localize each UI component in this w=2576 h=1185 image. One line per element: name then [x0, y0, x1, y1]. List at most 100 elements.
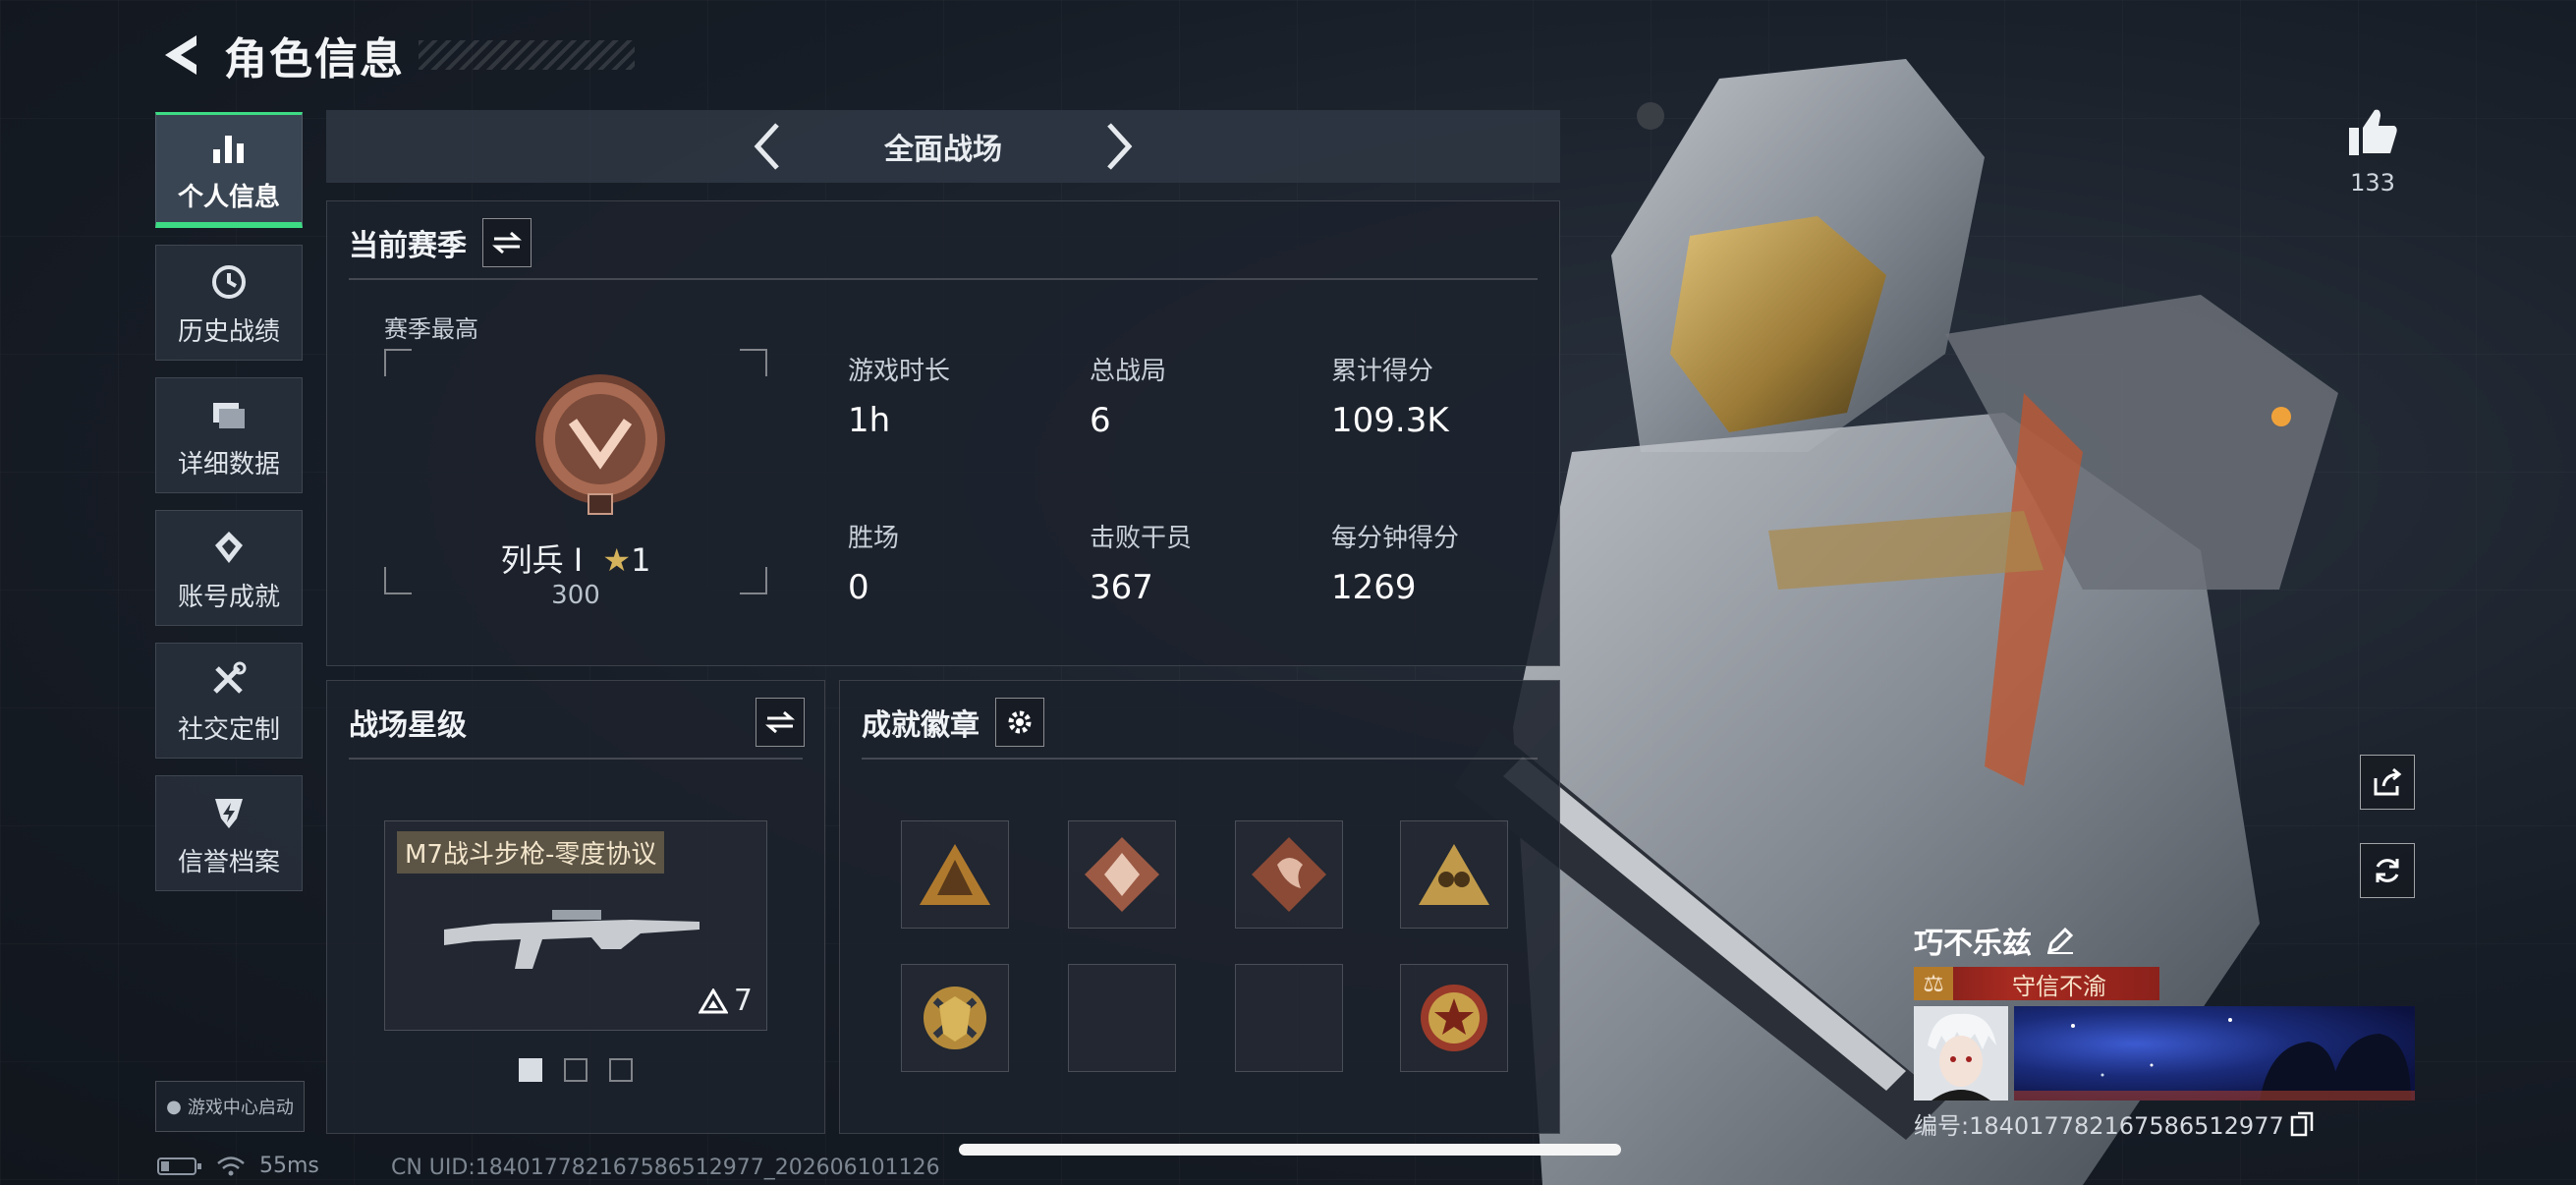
mode-next-button[interactable] — [1091, 117, 1149, 176]
copy-icon — [2290, 1111, 2313, 1136]
game-center-launch-label: 游戏中心启动 — [187, 1098, 294, 1118]
home-indicator[interactable] — [959, 1144, 1621, 1156]
swap-icon — [492, 231, 522, 254]
sidebar-item-label: 历史战绩 — [177, 316, 280, 347]
back-arrow-icon — [165, 35, 196, 75]
player-banner[interactable] — [2013, 1006, 2415, 1100]
stat-label: 游戏时长 — [848, 357, 951, 386]
bar-chart-icon — [205, 124, 252, 171]
sidebar-item-label: 社交定制 — [177, 714, 280, 745]
soldiers-triangle-medal-icon — [1419, 844, 1489, 905]
medals-title: 成就徽章 — [862, 708, 980, 743]
season-panel: 当前赛季 赛季最高 列兵 Ⅰ ★1 300 游戏时长 1h 总战局 6 累计得分 — [326, 200, 1560, 666]
medal-slot[interactable] — [1400, 820, 1508, 929]
mode-prev-button[interactable] — [737, 117, 796, 176]
swap-icon — [765, 710, 795, 734]
weapon-pager — [327, 1058, 824, 1082]
rank-badge-icon — [535, 374, 665, 515]
season-switch-button[interactable] — [482, 218, 532, 267]
sidebar-item-history[interactable]: 历史战绩 — [155, 245, 303, 361]
stat-wins: 胜场 0 — [848, 518, 899, 607]
ping-value: 55ms — [259, 1154, 319, 1178]
title-decoration — [419, 40, 635, 70]
medal-slot-empty[interactable] — [1235, 964, 1343, 1072]
wolf-diamond-medal-icon — [1085, 837, 1159, 912]
medal-slot[interactable] — [901, 820, 1009, 929]
title-emblem-icon: ⚖ — [1914, 967, 1953, 1000]
game-center-launch-button[interactable]: ● 游戏中心启动 — [155, 1081, 305, 1132]
stat-value: 367 — [1090, 568, 1153, 607]
pencil-icon — [2046, 927, 2074, 954]
sidebar-item-achievements[interactable]: 账号成就 — [155, 510, 303, 626]
stat-label: 累计得分 — [1331, 357, 1434, 386]
star-round-medal-icon — [1421, 985, 1487, 1051]
player-banner-row — [1914, 1006, 2415, 1100]
sidebar-item-reputation[interactable]: 信誉档案 — [155, 775, 303, 891]
medal-slot-empty[interactable] — [1068, 964, 1176, 1072]
weapon-card[interactable]: M7战斗步枪-零度协议 7 — [384, 820, 767, 1031]
avatar[interactable] — [1914, 1006, 2008, 1100]
weapon-name: M7战斗步枪-零度协议 — [397, 831, 665, 874]
pager-dot[interactable] — [519, 1058, 542, 1082]
rifle-icon — [444, 910, 700, 969]
player-title-badge[interactable]: ⚖ 守信不渝 — [1914, 967, 2159, 1000]
medal-slot[interactable] — [1400, 964, 1508, 1072]
medal-slot[interactable] — [901, 964, 1009, 1072]
stat-total-matches: 总战局 6 — [1090, 351, 1166, 440]
stat-label: 胜场 — [848, 524, 900, 553]
medals-panel: 成就徽章 — [839, 680, 1560, 1134]
stat-total-score: 累计得分 109.3K — [1331, 351, 1449, 440]
divider — [349, 758, 803, 760]
refresh-button[interactable] — [2360, 843, 2415, 898]
sidebar: 个人信息 历史战绩 详细数据 账号成就 社交定制 信誉档案 — [155, 112, 305, 908]
player-title: 守信不渝 — [2012, 972, 2106, 1000]
share-icon — [2374, 767, 2402, 796]
stat-play-time: 游戏时长 1h — [848, 351, 950, 440]
tools-icon — [205, 656, 252, 704]
medal-slot[interactable] — [1068, 820, 1176, 929]
player-name-row: 巧不乐兹 — [1914, 918, 2415, 963]
sidebar-item-social[interactable]: 社交定制 — [155, 643, 303, 759]
star-level-switch-button[interactable] — [756, 698, 805, 747]
back-button[interactable] — [157, 28, 204, 83]
stat-value: 6 — [1090, 401, 1111, 440]
divider — [349, 278, 1538, 280]
mode-label: 全面战场 — [884, 133, 1002, 167]
status-bar: 55ms — [157, 1154, 319, 1178]
sidebar-item-details[interactable]: 详细数据 — [155, 377, 303, 493]
season-best-label: 赛季最高 — [384, 315, 478, 343]
triangle-medal-icon — [920, 844, 990, 905]
player-card: 巧不乐兹 ⚖ 守信不渝 编号:18401778216758651297​7 — [1914, 918, 2415, 1141]
penguin-icon: ● — [166, 1096, 182, 1117]
uid-text: CN UID:18401778216758651297​7_2026061011… — [391, 1156, 940, 1180]
season-title: 当前赛季 — [349, 229, 467, 263]
edit-name-button[interactable] — [2045, 926, 2075, 955]
sidebar-item-personal-info[interactable]: 个人信息 — [155, 112, 303, 228]
pager-dot[interactable] — [564, 1058, 588, 1082]
sidebar-item-label: 账号成就 — [177, 582, 280, 612]
star-level-title: 战场星级 — [349, 708, 467, 743]
medal-slot[interactable] — [1235, 820, 1343, 929]
page-title: 角色信息 — [224, 34, 405, 85]
share-button[interactable] — [2360, 755, 2415, 810]
thumbs-up-icon — [2349, 109, 2397, 155]
weapon-level: 7 — [698, 984, 753, 1018]
divider — [862, 758, 1538, 760]
star-level-panel: 战场星级 M7战斗步枪-零度协议 7 — [326, 680, 825, 1134]
pager-dot[interactable] — [609, 1058, 633, 1082]
like-button[interactable]: 133 — [2338, 106, 2407, 197]
chevron-left-icon — [754, 123, 779, 170]
sidebar-item-label: 个人信息 — [177, 183, 280, 212]
copy-id-button[interactable] — [2290, 1111, 2314, 1137]
shield-badge-icon — [205, 789, 252, 836]
rank-frame: 列兵 Ⅰ ★1 300 — [384, 349, 767, 610]
wifi-icon — [217, 1156, 245, 1175]
player-name: 巧不乐兹 — [1914, 927, 2032, 961]
rank-name: 列兵 Ⅰ ★1 — [384, 536, 767, 581]
stat-label: 每分钟得分 — [1331, 524, 1460, 553]
stat-score-per-minute: 每分钟得分 1269 — [1331, 518, 1459, 607]
refresh-icon — [2376, 859, 2399, 882]
medals-settings-button[interactable] — [995, 698, 1044, 747]
dragon-diamond-medal-icon — [1252, 837, 1326, 912]
star-icon: ★ — [602, 541, 632, 579]
